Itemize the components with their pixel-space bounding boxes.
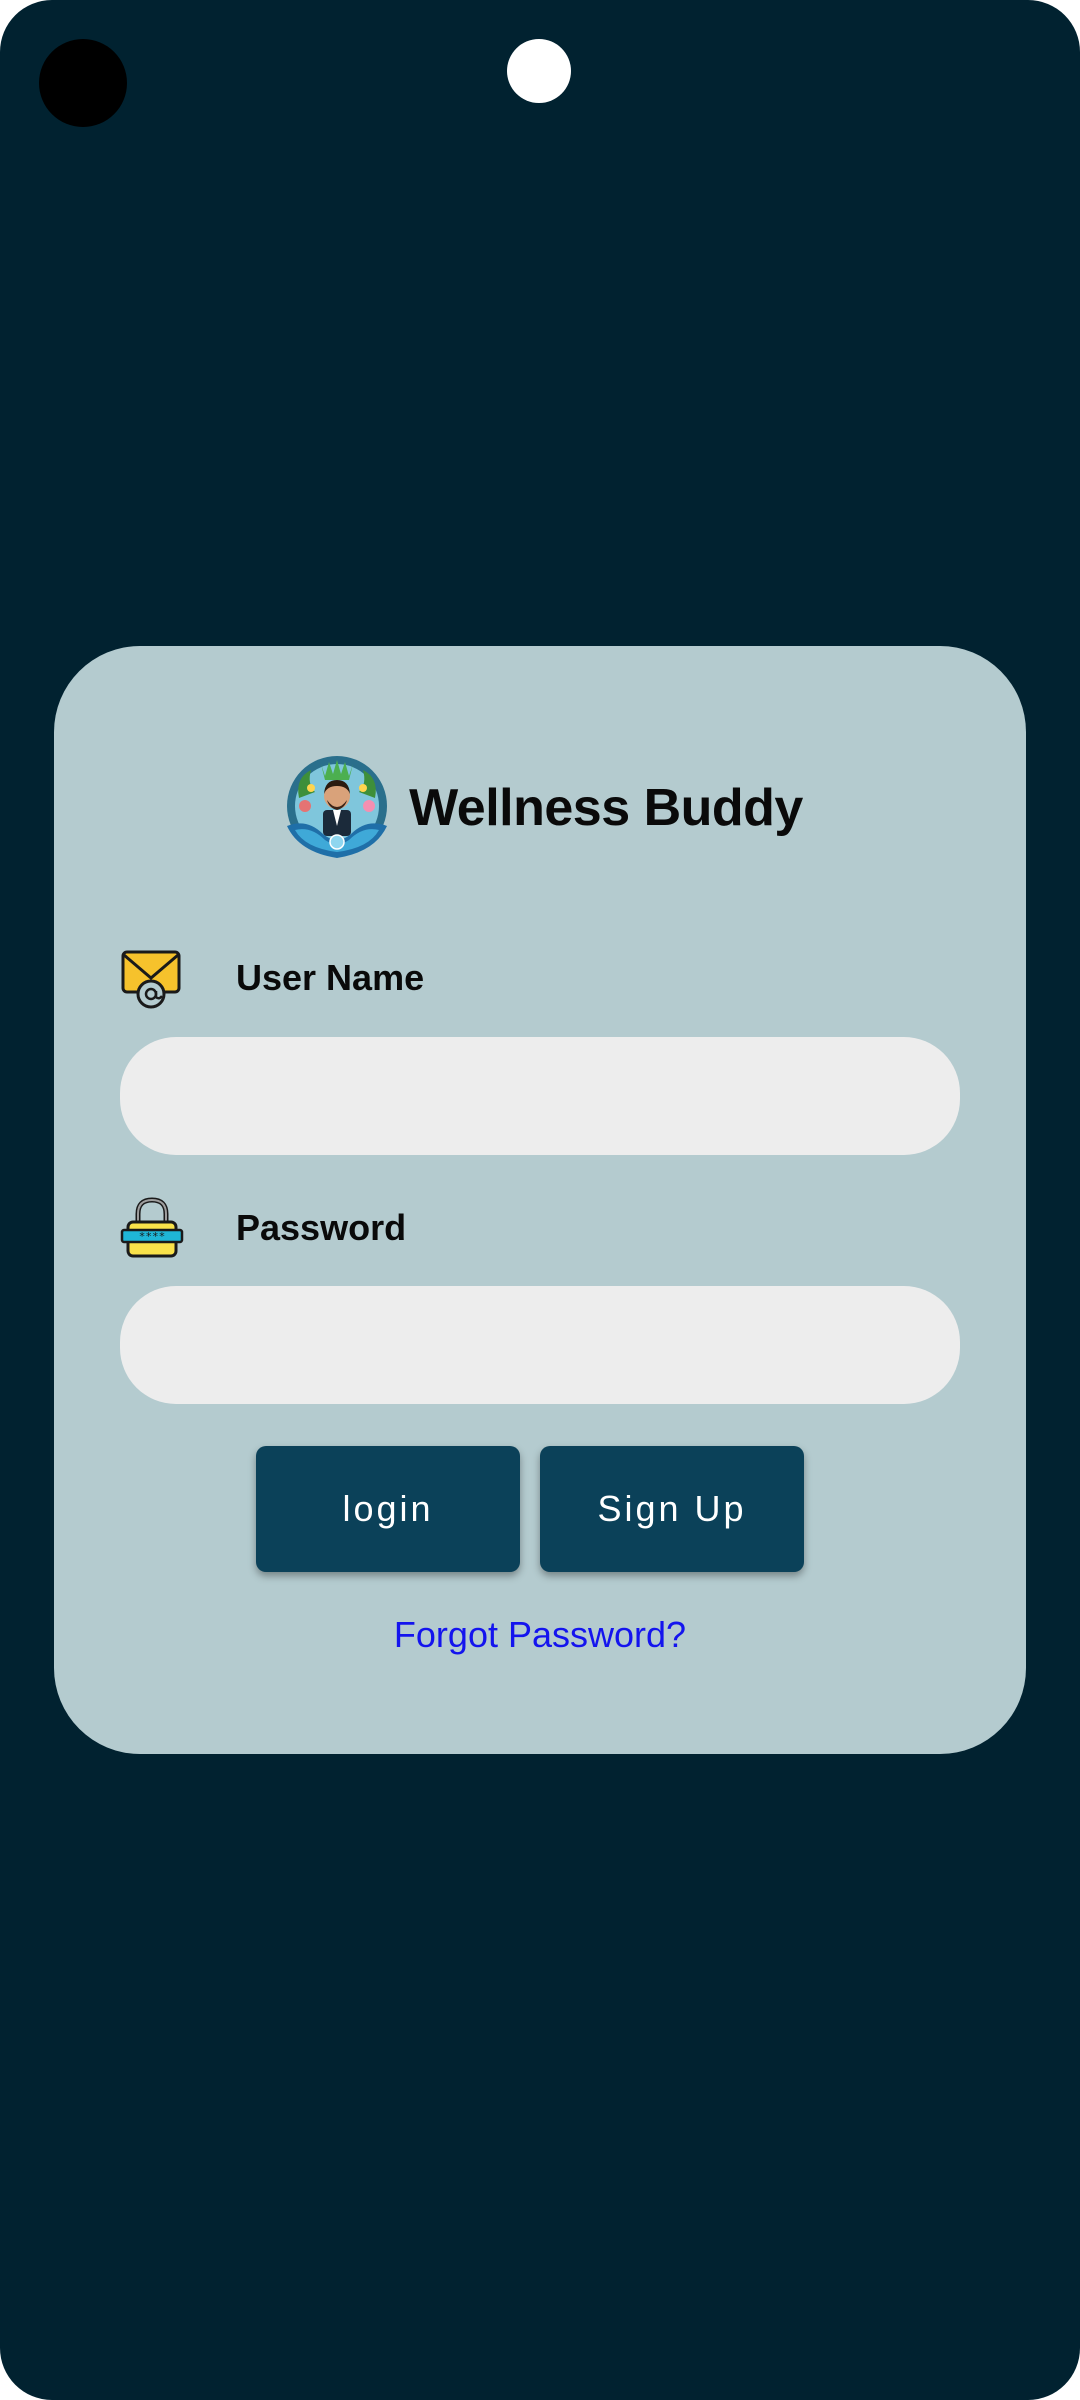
- username-label: User Name: [236, 957, 425, 998]
- password-label: Password: [236, 1207, 407, 1248]
- username-label-row: User Name: [120, 946, 424, 1010]
- login-button[interactable]: login: [256, 1446, 520, 1572]
- password-label-row: **** Password: [120, 1196, 406, 1260]
- sign-up-button[interactable]: Sign Up: [540, 1446, 804, 1572]
- app-header: Wellness Buddy: [54, 746, 1026, 870]
- svg-text:****: ****: [139, 1230, 166, 1243]
- camera-cutout: [39, 39, 127, 127]
- password-input[interactable]: [120, 1286, 960, 1404]
- wellness-buddy-logo-icon: [287, 756, 388, 858]
- app-screen: Wellness Buddy User Name **** Password l…: [0, 0, 1080, 2400]
- login-card: Wellness Buddy User Name **** Password l…: [54, 646, 1026, 1754]
- forgot-password-link[interactable]: Forgot Password?: [54, 1614, 1026, 1656]
- username-input[interactable]: [120, 1037, 960, 1155]
- app-title: Wellness Buddy: [409, 779, 803, 837]
- lock-icon: ****: [120, 1197, 184, 1258]
- email-icon: [121, 950, 181, 1009]
- status-dot: [507, 39, 571, 103]
